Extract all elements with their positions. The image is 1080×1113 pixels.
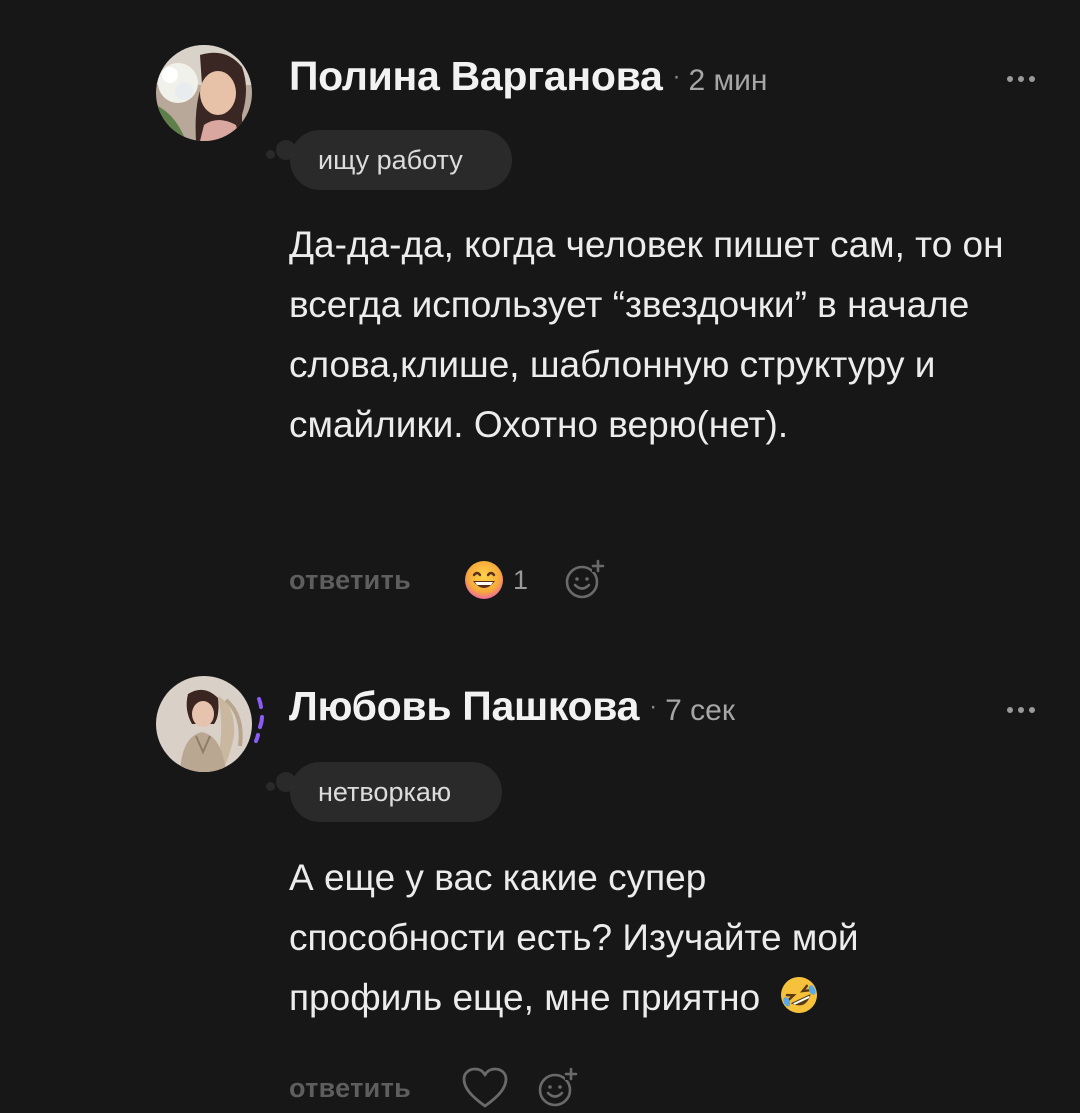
avatar[interactable] [156,45,252,141]
time-separator: · [672,63,681,90]
add-reaction-icon [538,1067,578,1107]
comment-text: А еще у вас какие супер способности есть… [289,848,929,1028]
status-bubble-tail [266,150,275,159]
comment-header: Любовь Пашкова · 7 сек [289,683,735,730]
grinning-face-emoji [465,561,503,599]
comment-actions: ответить 1 [289,555,606,605]
time-separator: · [649,693,658,720]
reply-button[interactable]: ответить [289,1073,411,1104]
comment-actions: ответить [289,1063,579,1113]
comment-text: Да-да-да, когда человек пишет сам, то он… [289,224,1004,445]
avatar-photo [156,45,252,141]
more-dots-icon [1007,707,1013,713]
more-dots-icon [1018,707,1024,713]
more-dots-icon [1029,76,1035,82]
heart-icon [462,1067,508,1108]
author-name[interactable]: Любовь Пашкова [289,683,639,730]
more-options-button[interactable] [996,64,1046,94]
status-bubble-tail [266,782,275,791]
reaction-count: 1 [513,564,529,595]
avatar-photo [156,676,252,772]
status-badge: нетворкаю [290,762,502,822]
rolling-on-floor-laughing-emoji [781,977,818,1013]
comment-header: Полина Варганова · 2 мин [289,53,768,100]
reply-button[interactable]: ответить [289,565,411,596]
timestamp: 7 сек [665,694,735,727]
add-reaction-button[interactable] [535,1066,579,1110]
author-name[interactable]: Полина Варганова [289,53,663,100]
comment-text-body: А еще у вас какие супер способности есть… [289,857,859,1018]
like-button[interactable] [461,1066,509,1110]
reaction-button[interactable]: 1 [463,559,528,601]
more-dots-icon [1029,707,1035,713]
add-reaction-icon [565,559,605,599]
more-dots-icon [1018,76,1024,82]
status-badge: ищу работу [290,130,512,190]
timestamp: 2 мин [688,64,768,97]
add-reaction-button[interactable] [562,558,606,602]
avatar[interactable] [156,676,252,772]
more-options-button[interactable] [996,695,1046,725]
more-dots-icon [1007,76,1013,82]
